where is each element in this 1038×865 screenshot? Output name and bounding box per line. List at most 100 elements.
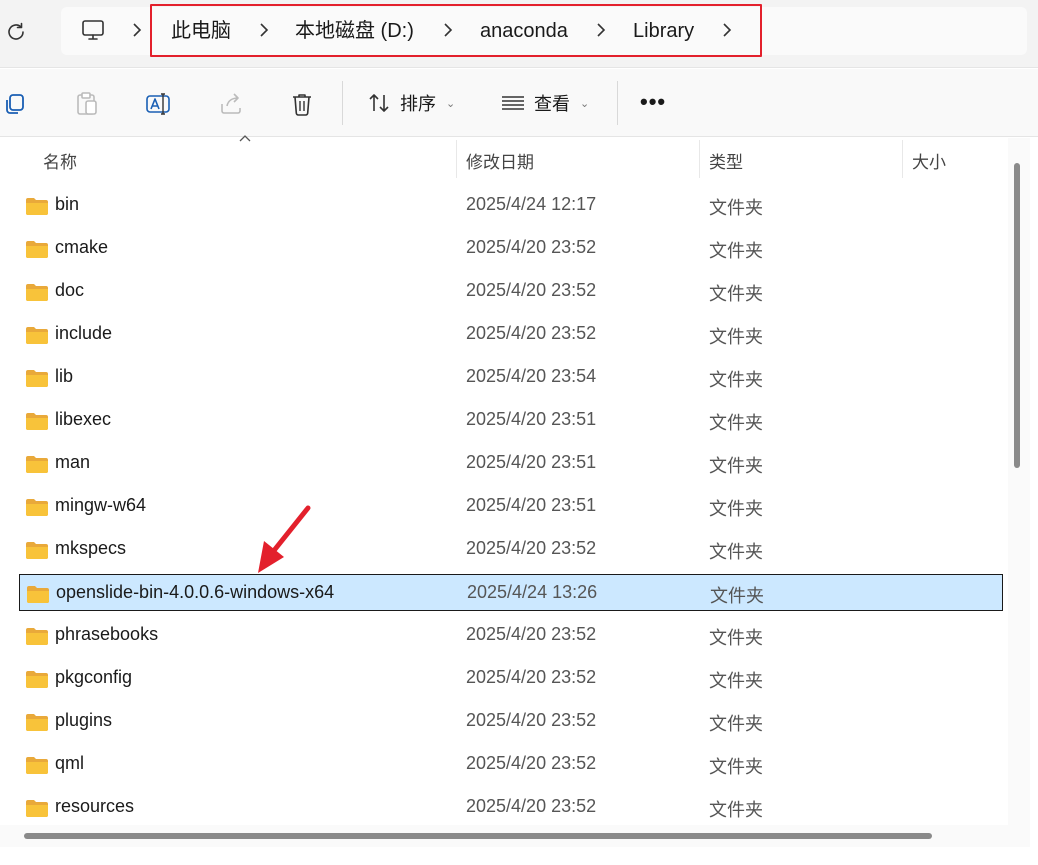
vertical-scroll-thumb[interactable] xyxy=(1014,163,1020,468)
breadcrumb-anaconda[interactable]: anaconda xyxy=(480,18,568,44)
file-row[interactable]: phrasebooks 2025/4/20 23:52 文件夹 xyxy=(19,617,1003,654)
folder-icon xyxy=(26,456,48,473)
file-row[interactable]: include 2025/4/20 23:52 文件夹 xyxy=(19,316,1003,353)
file-name[interactable]: libexec xyxy=(55,409,111,430)
column-divider[interactable] xyxy=(902,140,903,178)
file-date-modified: 2025/4/20 23:54 xyxy=(466,366,597,386)
folder-icon xyxy=(26,542,48,559)
folder-icon xyxy=(26,413,48,430)
more-options-button[interactable]: ••• xyxy=(640,91,666,113)
column-divider[interactable] xyxy=(699,140,700,178)
view-list-icon xyxy=(502,96,524,110)
file-date-modified: 2025/4/20 23:51 xyxy=(466,495,597,515)
file-type: 文件夹 xyxy=(709,757,763,777)
file-date-modified: 2025/4/20 23:52 xyxy=(466,323,597,343)
share-icon[interactable] xyxy=(217,90,245,118)
chevron-right-icon[interactable] xyxy=(441,20,455,40)
file-date-modified: 2025/4/20 23:52 xyxy=(466,237,597,257)
file-row[interactable]: openslide-bin-4.0.0.6-windows-x64 2025/4/… xyxy=(19,574,1003,611)
refresh-icon[interactable] xyxy=(4,20,28,44)
file-type: 文件夹 xyxy=(709,370,763,390)
chevron-right-icon[interactable] xyxy=(130,20,144,40)
column-name[interactable]: 名称 xyxy=(43,148,77,173)
file-row[interactable]: doc 2025/4/20 23:52 文件夹 xyxy=(19,273,1003,310)
file-type: 文件夹 xyxy=(709,284,763,304)
file-type: 文件夹 xyxy=(709,499,763,519)
folder-icon xyxy=(26,628,48,645)
breadcrumb-local-disk[interactable]: 本地磁盘 (D:) xyxy=(295,18,414,44)
chevron-right-icon[interactable] xyxy=(257,20,271,40)
file-name[interactable]: bin xyxy=(55,194,79,215)
file-date-modified: 2025/4/20 23:52 xyxy=(466,280,597,300)
file-name[interactable]: mingw-w64 xyxy=(55,495,146,516)
file-date-modified: 2025/4/20 23:52 xyxy=(466,667,597,687)
file-row[interactable]: plugins 2025/4/20 23:52 文件夹 xyxy=(19,703,1003,740)
folder-icon xyxy=(26,198,48,215)
file-name[interactable]: include xyxy=(55,323,112,344)
toolbar-divider xyxy=(342,81,343,125)
sort-ascending-icon xyxy=(239,135,251,142)
horizontal-scroll-thumb[interactable] xyxy=(24,833,932,839)
file-row[interactable]: lib 2025/4/20 23:54 文件夹 xyxy=(19,359,1003,396)
file-type: 文件夹 xyxy=(709,198,763,218)
rename-icon[interactable] xyxy=(144,90,172,118)
file-name[interactable]: plugins xyxy=(55,710,112,731)
column-type[interactable]: 类型 xyxy=(709,148,743,173)
file-date-modified: 2025/4/24 13:26 xyxy=(467,582,598,602)
column-date-modified[interactable]: 修改日期 xyxy=(466,148,534,173)
column-divider[interactable] xyxy=(456,140,457,178)
column-size[interactable]: 大小 xyxy=(912,148,946,173)
file-name[interactable]: phrasebooks xyxy=(55,624,158,645)
file-row[interactable]: resources 2025/4/20 23:52 文件夹 xyxy=(19,789,1003,826)
file-type: 文件夹 xyxy=(709,241,763,261)
file-row[interactable]: man 2025/4/20 23:51 文件夹 xyxy=(19,445,1003,482)
view-button[interactable]: 查看 ⌄ xyxy=(500,87,589,119)
file-row[interactable]: qml 2025/4/20 23:52 文件夹 xyxy=(19,746,1003,783)
file-name[interactable]: qml xyxy=(55,753,84,774)
chevron-down-icon: ⌄ xyxy=(446,97,456,110)
file-date-modified: 2025/4/20 23:52 xyxy=(466,753,597,773)
folder-icon xyxy=(26,714,48,731)
breadcrumb-this-pc[interactable]: 此电脑 xyxy=(171,18,231,44)
breadcrumb-library[interactable]: Library xyxy=(633,18,694,44)
file-name[interactable]: resources xyxy=(55,796,134,817)
file-date-modified: 2025/4/20 23:52 xyxy=(466,624,597,644)
delete-icon[interactable] xyxy=(288,90,316,118)
column-header: 名称 修改日期 类型 大小 xyxy=(0,138,1038,180)
file-type: 文件夹 xyxy=(709,413,763,433)
file-name[interactable]: doc xyxy=(55,280,84,301)
folder-icon xyxy=(27,586,49,603)
file-row[interactable]: libexec 2025/4/20 23:51 文件夹 xyxy=(19,402,1003,439)
file-type: 文件夹 xyxy=(709,800,763,820)
folder-icon xyxy=(26,499,48,516)
file-row[interactable]: bin 2025/4/24 12:17 文件夹 xyxy=(19,187,1003,224)
folder-icon xyxy=(26,757,48,774)
file-row[interactable]: mkspecs 2025/4/20 23:52 文件夹 xyxy=(19,531,1003,568)
file-date-modified: 2025/4/20 23:52 xyxy=(466,796,597,816)
file-name[interactable]: man xyxy=(55,452,90,473)
file-name[interactable]: mkspecs xyxy=(55,538,126,559)
file-row[interactable]: cmake 2025/4/20 23:52 文件夹 xyxy=(19,230,1003,267)
file-date-modified: 2025/4/24 12:17 xyxy=(466,194,597,214)
toolbar-divider xyxy=(617,81,618,125)
command-bar: 排序 ⌄ 查看 ⌄ ••• xyxy=(0,69,1038,137)
file-type: 文件夹 xyxy=(709,327,763,347)
file-type: 文件夹 xyxy=(709,671,763,691)
file-type: 文件夹 xyxy=(709,456,763,476)
copy-icon[interactable] xyxy=(2,90,30,118)
file-date-modified: 2025/4/20 23:51 xyxy=(466,452,597,472)
chevron-right-icon[interactable] xyxy=(594,20,608,40)
file-row[interactable]: pkgconfig 2025/4/20 23:52 文件夹 xyxy=(19,660,1003,697)
computer-icon[interactable] xyxy=(80,17,106,43)
sort-button[interactable]: 排序 ⌄ xyxy=(366,87,455,119)
view-label: 查看 xyxy=(534,94,570,114)
file-type: 文件夹 xyxy=(710,586,764,606)
file-name[interactable]: cmake xyxy=(55,237,108,258)
file-name[interactable]: pkgconfig xyxy=(55,667,132,688)
chevron-right-icon[interactable] xyxy=(720,20,734,40)
paste-icon[interactable] xyxy=(73,90,101,118)
file-name[interactable]: openslide-bin-4.0.0.6-windows-x64 xyxy=(56,582,334,603)
file-row[interactable]: mingw-w64 2025/4/20 23:51 文件夹 xyxy=(19,488,1003,525)
file-name[interactable]: lib xyxy=(55,366,73,387)
file-date-modified: 2025/4/20 23:52 xyxy=(466,710,597,730)
